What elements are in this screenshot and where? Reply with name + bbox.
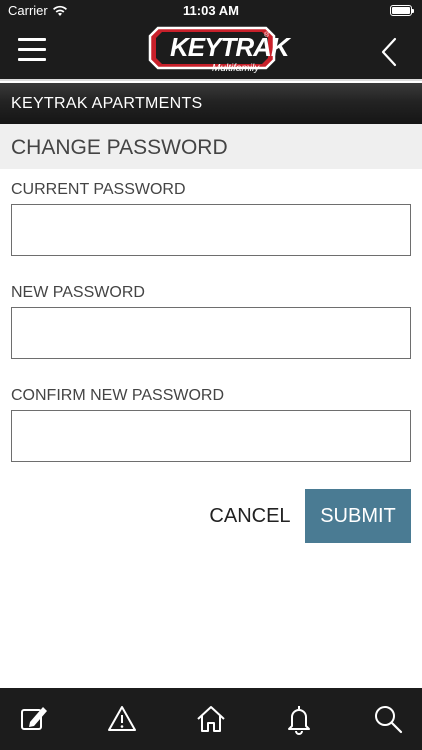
new-password-input[interactable] bbox=[11, 307, 411, 359]
current-password-label: CURRENT PASSWORD bbox=[11, 181, 186, 198]
logo-subtitle: Multifamily bbox=[212, 63, 260, 74]
chevron-left-icon[interactable] bbox=[378, 37, 400, 67]
nav-bar: KEYTRAK ® Multifamily bbox=[0, 22, 422, 81]
property-name: KEYTRAK APARTMENTS bbox=[11, 95, 203, 112]
new-password-label: NEW PASSWORD bbox=[11, 284, 145, 301]
status-bar: Carrier 11:03 AM bbox=[0, 0, 422, 22]
menu-line bbox=[18, 58, 46, 61]
current-password-input[interactable] bbox=[11, 204, 411, 256]
battery-fill bbox=[392, 7, 410, 14]
search-icon[interactable] bbox=[371, 702, 405, 736]
property-bar: KEYTRAK APARTMENTS bbox=[0, 83, 422, 124]
logo-registered-mark: ® bbox=[264, 32, 270, 39]
cancel-button[interactable]: CANCEL bbox=[196, 489, 304, 543]
menu-line bbox=[18, 38, 46, 41]
status-time: 11:03 AM bbox=[183, 3, 239, 18]
submit-button[interactable]: SUBMIT bbox=[305, 489, 411, 543]
tab-bar bbox=[0, 688, 422, 750]
hamburger-menu-icon[interactable] bbox=[18, 36, 48, 64]
battery-icon bbox=[390, 5, 414, 16]
confirm-password-label: CONFIRM NEW PASSWORD bbox=[11, 387, 225, 404]
logo-text: KEYTRAK bbox=[170, 32, 290, 62]
warning-icon[interactable] bbox=[105, 702, 139, 736]
edit-icon[interactable] bbox=[17, 702, 51, 736]
bell-icon[interactable] bbox=[282, 702, 316, 736]
page-title: CHANGE PASSWORD bbox=[11, 136, 228, 159]
confirm-password-input[interactable] bbox=[11, 410, 411, 462]
keytrak-logo: KEYTRAK ® Multifamily bbox=[146, 26, 290, 78]
menu-line bbox=[18, 48, 46, 51]
section-header: CHANGE PASSWORD bbox=[0, 124, 422, 169]
home-icon[interactable] bbox=[194, 702, 228, 736]
